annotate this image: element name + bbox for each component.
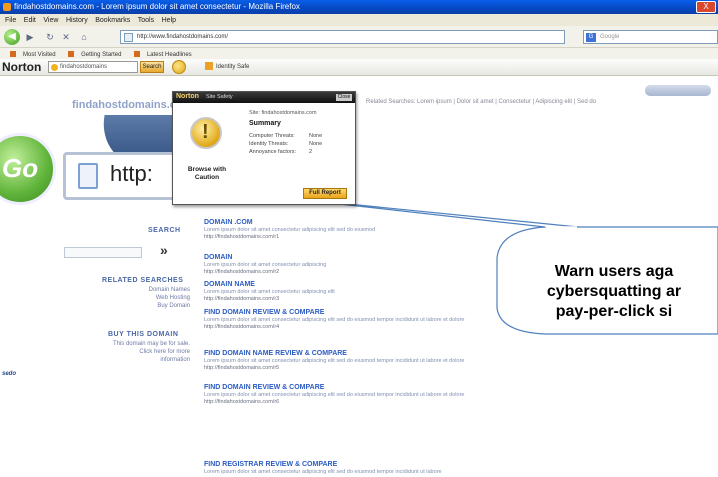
search-result[interactable]: FIND REGISTRAR REVIEW & COMPARE Lorem ip…: [204, 460, 584, 476]
side-search-button[interactable]: »: [160, 242, 168, 258]
result-url[interactable]: http://findahostdomains.com/r1: [204, 234, 584, 241]
buy-domain-line[interactable]: information: [50, 357, 190, 363]
buy-domain-line[interactable]: Click here for more: [50, 349, 190, 355]
result-description: Lorem ipsum dolor sit amet consectetur a…: [204, 392, 465, 398]
norton-search-input[interactable]: findahostdomains: [48, 61, 138, 73]
caution-icon: !: [190, 117, 222, 149]
callout-line: Warn users aga: [554, 263, 674, 280]
side-search-title: SEARCH: [148, 227, 181, 234]
url-bar[interactable]: http://www.findahostdomains.com/: [120, 30, 565, 44]
popup-subtitle: Site Safety: [206, 94, 233, 100]
rss-icon: [133, 51, 140, 57]
related-link[interactable]: Domain Names: [110, 287, 190, 293]
result-description: Lorem ipsum dolor sit amet consectetur a…: [204, 227, 376, 233]
result-title[interactable]: FIND REGISTRAR REVIEW & COMPARE: [204, 460, 584, 469]
bookmarks-toolbar: Most Visited Getting Started Latest Head…: [0, 48, 718, 59]
full-report-button[interactable]: Full Report: [303, 188, 347, 199]
norton-search-button[interactable]: Search: [140, 61, 164, 73]
result-url[interactable]: http://findahostdomains.com/r5: [204, 365, 584, 372]
search-result[interactable]: DOMAIN .COM Lorem ipsum dolor sit amet c…: [204, 218, 584, 241]
norton-logo[interactable]: Norton: [2, 60, 41, 74]
web-search-input[interactable]: G Google: [583, 30, 718, 44]
result-title[interactable]: DOMAIN .COM: [204, 218, 584, 227]
url-text: http://www.findahostdomains.com/: [137, 34, 229, 40]
norton-search-icon: [51, 64, 58, 71]
firefox-icon: [3, 3, 11, 11]
home-button[interactable]: ⌂: [78, 32, 90, 43]
result-title[interactable]: DOMAIN: [204, 253, 584, 262]
threat-row: Computer Threats: None: [249, 133, 323, 139]
bookmark-icon: [10, 51, 16, 57]
http-text: http:: [110, 161, 153, 186]
document-icon: [78, 163, 98, 189]
identity-safe-button[interactable]: Identity Safe: [205, 62, 249, 70]
web-search-placeholder: Google: [600, 34, 620, 40]
window-title: findahostdomains.com - Lorem ipsum dolor…: [14, 2, 300, 11]
side-search-input[interactable]: [64, 247, 142, 258]
search-result[interactable]: FIND DOMAIN REVIEW & COMPARE Lorem ipsum…: [204, 383, 584, 406]
summary-title: Summary: [249, 120, 281, 127]
buy-domain-title: BUY THIS DOMAIN: [108, 331, 179, 338]
threat-row: Identity Threats: None: [249, 141, 323, 147]
page-top-button[interactable]: [645, 85, 711, 96]
callout-line: pay-per-click si: [555, 303, 673, 320]
callout-text: Warn users aga cybersquatting ar pay-per…: [510, 262, 718, 322]
result-description: Lorem ipsum dolor sit amet consectetur a…: [204, 469, 442, 475]
window-title-bar: findahostdomains.com - Lorem ipsum dolor…: [0, 0, 718, 14]
bookmark-icon: [68, 51, 75, 57]
popup-header: Norton Site Safety Close: [173, 92, 355, 103]
search-result[interactable]: FIND DOMAIN NAME REVIEW & COMPARE Lorem …: [204, 349, 584, 372]
buy-domain-line[interactable]: This domain may be for sale.: [50, 341, 190, 347]
popup-close-button[interactable]: Close: [336, 94, 352, 101]
norton-toolbar: Norton findahostdomains Search Identity …: [0, 59, 718, 76]
related-searches-title: RELATED SEARCHES: [102, 277, 184, 284]
norton-site-safety-popup: Norton Site Safety Close ! Browse with C…: [172, 91, 356, 205]
sedo-logo: sedo: [2, 371, 17, 377]
exclamation-icon: !: [202, 121, 209, 143]
result-url[interactable]: http://findahostdomains.com/r6: [204, 399, 584, 406]
related-search-links[interactable]: Related Searches: Lorem ipsum | Dolor si…: [366, 99, 596, 105]
safe-web-caution-icon[interactable]: [172, 60, 186, 74]
related-link[interactable]: Web Hosting: [110, 295, 190, 301]
go-text: Go: [2, 153, 39, 183]
back-button[interactable]: ◀: [4, 29, 20, 45]
close-window-button[interactable]: X: [696, 1, 716, 13]
page-icon: [124, 33, 133, 42]
reload-button[interactable]: ↻: [44, 32, 56, 43]
menu-bar: File Edit View History Bookmarks Tools H…: [0, 14, 718, 26]
popup-brand: Norton: [176, 93, 199, 100]
stop-button[interactable]: ✕: [60, 32, 72, 43]
related-link[interactable]: Buy Domain: [110, 303, 190, 309]
callout-line: cybersquatting ar: [546, 283, 682, 300]
result-title[interactable]: FIND DOMAIN NAME REVIEW & COMPARE: [204, 349, 584, 358]
result-description: Lorem ipsum dolor sit amet consectetur a…: [204, 358, 465, 364]
navigation-toolbar: ◀ ▶ ↻ ✕ ⌂ http://www.findahostdomains.co…: [0, 26, 718, 48]
verdict-text: Browse with Caution: [187, 166, 227, 181]
forward-button[interactable]: ▶: [24, 32, 36, 43]
result-url[interactable]: http://findahostdomains.com/r4: [204, 324, 584, 331]
search-engine-icon[interactable]: G: [586, 33, 596, 42]
site-label: Site: findahostdomains.com: [249, 110, 317, 116]
identity-safe-icon: [205, 62, 213, 70]
result-title[interactable]: FIND DOMAIN REVIEW & COMPARE: [204, 383, 584, 392]
threat-row: Annoyance factors: 2: [249, 149, 313, 155]
